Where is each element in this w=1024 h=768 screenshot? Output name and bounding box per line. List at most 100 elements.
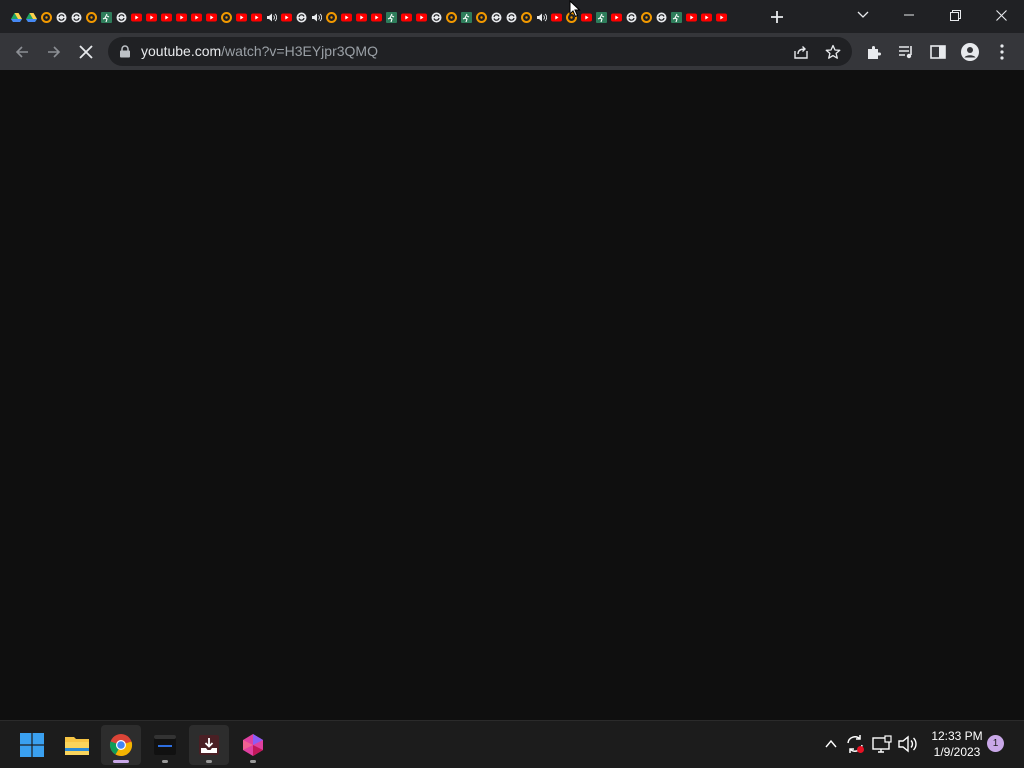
restore-button[interactable] bbox=[932, 0, 978, 30]
browser-tab[interactable] bbox=[414, 9, 429, 25]
browser-tab[interactable] bbox=[594, 9, 609, 25]
browser-tab[interactable] bbox=[429, 9, 444, 25]
browser-tab[interactable] bbox=[624, 9, 639, 25]
new-tab-button[interactable] bbox=[766, 6, 788, 28]
page-content[interactable] bbox=[0, 70, 1024, 720]
browser-tab[interactable] bbox=[264, 9, 279, 25]
browser-tab[interactable] bbox=[324, 9, 339, 25]
browser-tab[interactable] bbox=[24, 9, 39, 25]
profile-button[interactable] bbox=[956, 38, 984, 66]
browser-tab[interactable] bbox=[384, 9, 399, 25]
network-tray-button[interactable] bbox=[871, 733, 893, 755]
youtube-favicon-icon bbox=[551, 13, 562, 21]
sync-favicon-icon bbox=[491, 12, 502, 22]
side-panel-button[interactable] bbox=[924, 38, 952, 66]
close-window-button[interactable] bbox=[978, 0, 1024, 30]
browser-tab[interactable] bbox=[249, 9, 264, 25]
browser-tab[interactable] bbox=[504, 9, 519, 25]
browser-tab[interactable] bbox=[714, 9, 729, 25]
browser-tab[interactable] bbox=[309, 9, 324, 25]
browser-tab[interactable] bbox=[354, 9, 369, 25]
runner-favicon-icon bbox=[386, 11, 397, 23]
browser-tab[interactable] bbox=[9, 9, 24, 25]
browser-tab[interactable] bbox=[174, 9, 189, 25]
browser-tab[interactable] bbox=[579, 9, 594, 25]
browser-tab[interactable] bbox=[369, 9, 384, 25]
browser-tab[interactable] bbox=[399, 9, 414, 25]
start-button[interactable] bbox=[12, 725, 52, 765]
browser-tab[interactable] bbox=[189, 9, 204, 25]
youtube-favicon-icon bbox=[356, 13, 367, 21]
notification-badge[interactable]: 1 bbox=[987, 735, 1004, 752]
minimize-button[interactable] bbox=[886, 0, 932, 30]
browser-tab[interactable] bbox=[144, 9, 159, 25]
browser-tab[interactable] bbox=[489, 9, 504, 25]
browser-tab[interactable] bbox=[159, 9, 174, 25]
network-monitor-icon bbox=[872, 735, 892, 753]
share-button[interactable] bbox=[791, 42, 811, 62]
youtube-favicon-icon bbox=[611, 13, 622, 21]
sync-favicon-icon bbox=[656, 12, 667, 22]
clock-date: 1/9/2023 bbox=[933, 745, 981, 759]
browser-tab[interactable] bbox=[69, 9, 84, 25]
tab-search-button[interactable] bbox=[840, 0, 886, 30]
address-bar[interactable]: youtube.com/watch?v=H3EYjpr3QMQ bbox=[108, 37, 852, 66]
chevron-up-icon bbox=[825, 740, 837, 748]
browser-tab[interactable] bbox=[339, 9, 354, 25]
browser-tab[interactable] bbox=[534, 9, 549, 25]
browser-tab[interactable] bbox=[684, 9, 699, 25]
browser-tab[interactable] bbox=[474, 9, 489, 25]
terminal-taskbar-button[interactable] bbox=[145, 725, 185, 765]
media-controls-button[interactable] bbox=[892, 38, 920, 66]
browser-tab[interactable] bbox=[639, 9, 654, 25]
forward-button[interactable] bbox=[40, 38, 68, 66]
stop-loading-button[interactable] bbox=[72, 38, 100, 66]
show-hidden-icons-button[interactable] bbox=[820, 733, 842, 755]
browser-tab[interactable] bbox=[459, 9, 474, 25]
clock-button[interactable]: 12:33 PM 1/9/2023 bbox=[924, 728, 990, 760]
browser-tab[interactable] bbox=[549, 9, 564, 25]
browser-tab[interactable] bbox=[234, 9, 249, 25]
browser-tab[interactable] bbox=[114, 9, 129, 25]
download-app-taskbar-button[interactable] bbox=[189, 725, 229, 765]
chrome-menu-button[interactable] bbox=[988, 38, 1016, 66]
chrome-taskbar-button[interactable] bbox=[101, 725, 141, 765]
sync-tray-button[interactable] bbox=[844, 733, 866, 755]
restore-icon bbox=[949, 9, 961, 21]
gem-app-taskbar-button[interactable] bbox=[233, 725, 273, 765]
browser-tab[interactable] bbox=[84, 9, 99, 25]
arrow-left-icon bbox=[15, 46, 28, 58]
browser-tab[interactable] bbox=[39, 9, 54, 25]
browser-tab[interactable] bbox=[294, 9, 309, 25]
sync-favicon-icon bbox=[296, 12, 307, 22]
stop-x-icon bbox=[79, 45, 93, 59]
clock-time: 12:33 PM bbox=[931, 729, 983, 743]
volume-tray-button[interactable] bbox=[896, 733, 918, 755]
browser-tab[interactable] bbox=[99, 9, 114, 25]
browser-tab[interactable] bbox=[519, 9, 534, 25]
browser-tab[interactable] bbox=[129, 9, 144, 25]
mouse-pointer-icon bbox=[569, 0, 581, 18]
url-text[interactable]: youtube.com/watch?v=H3EYjpr3QMQ bbox=[141, 37, 378, 66]
side-panel-icon bbox=[930, 45, 946, 59]
extensions-button[interactable] bbox=[860, 38, 888, 66]
browser-tab[interactable] bbox=[699, 9, 714, 25]
browser-tab[interactable] bbox=[54, 9, 69, 25]
browser-tab[interactable] bbox=[669, 9, 684, 25]
browser-tab[interactable] bbox=[444, 9, 459, 25]
ring-favicon-icon bbox=[641, 11, 652, 23]
file-explorer-button[interactable] bbox=[57, 725, 97, 765]
sync-error-icon bbox=[847, 735, 864, 753]
sync-favicon-icon bbox=[431, 12, 442, 22]
browser-tab[interactable] bbox=[279, 9, 294, 25]
bookmark-star-button[interactable] bbox=[823, 42, 843, 62]
browser-tab[interactable] bbox=[204, 9, 219, 25]
person-icon bbox=[961, 43, 979, 61]
browser-tab[interactable] bbox=[219, 9, 234, 25]
url-domain: youtube.com bbox=[141, 43, 222, 59]
youtube-favicon-icon bbox=[251, 13, 262, 21]
back-button[interactable] bbox=[8, 38, 36, 66]
browser-tab[interactable] bbox=[609, 9, 624, 25]
close-icon bbox=[995, 9, 1007, 21]
browser-tab[interactable] bbox=[654, 9, 669, 25]
